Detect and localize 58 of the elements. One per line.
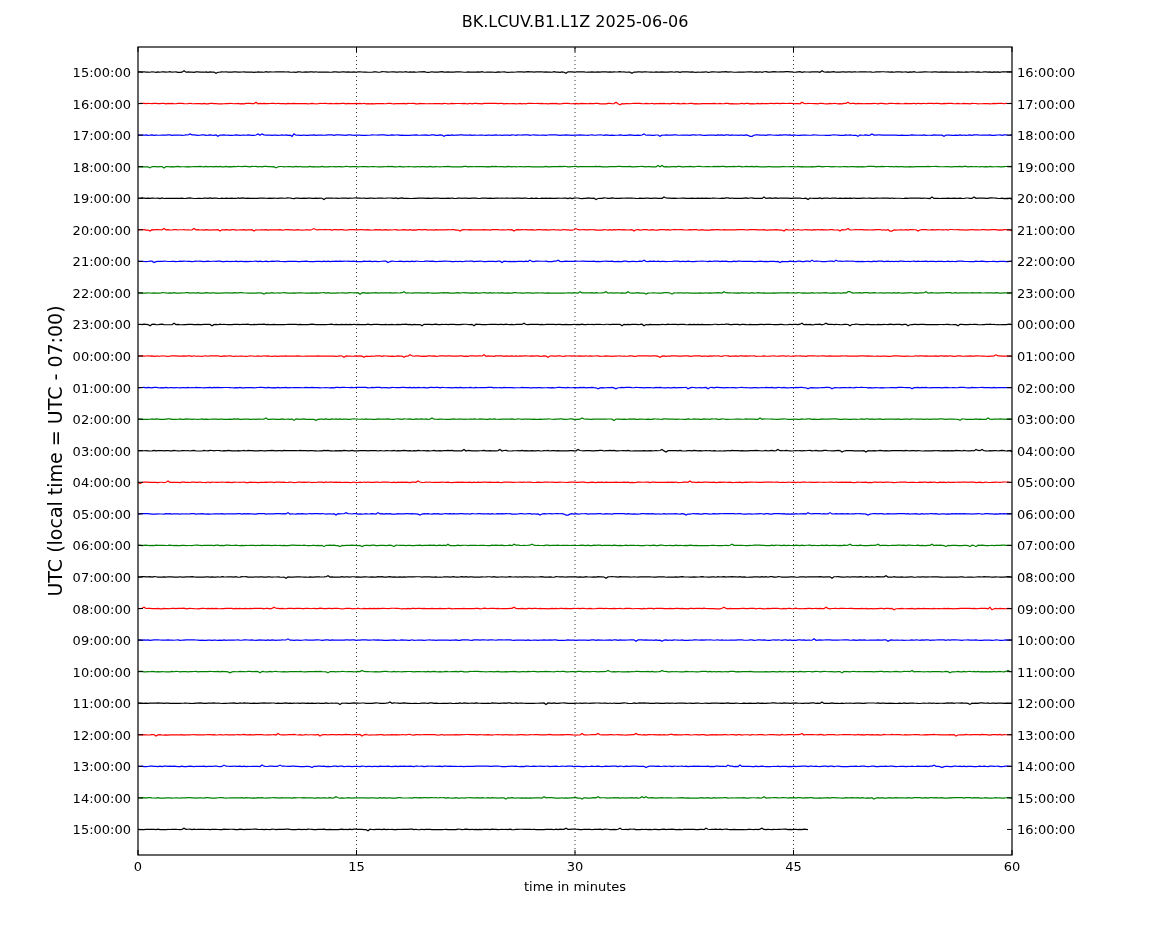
- hour-label: 23:00:00: [72, 317, 131, 333]
- hour-label: 13:00:00: [72, 759, 131, 775]
- hour-label: 07:00:00: [72, 569, 131, 585]
- hour-label: 16:00:00: [1017, 822, 1076, 838]
- hour-label: 20:00:00: [72, 222, 131, 238]
- hour-label: 06:00:00: [1017, 506, 1076, 522]
- hour-label: 08:00:00: [1017, 569, 1076, 585]
- hour-label: 00:00:00: [1017, 317, 1076, 333]
- x-axis-label: time in minutes: [523, 879, 627, 894]
- hour-label: 09:00:00: [1017, 601, 1076, 617]
- hour-label: 11:00:00: [72, 696, 131, 712]
- hour-label: 02:00:00: [72, 412, 131, 428]
- hour-label: 12:00:00: [72, 727, 131, 743]
- x-tick-label: 45: [785, 859, 802, 874]
- hour-label: 05:00:00: [1017, 475, 1076, 491]
- hour-label: 10:00:00: [1017, 633, 1076, 649]
- hour-label: 01:00:00: [72, 380, 131, 396]
- hour-label: 15:00:00: [72, 822, 131, 838]
- hour-label: 14:00:00: [1017, 759, 1076, 775]
- hour-label: 17:00:00: [1017, 96, 1076, 112]
- x-tick-label: 30: [566, 859, 584, 874]
- hour-label: 19:00:00: [72, 191, 131, 207]
- hour-label: 16:00:00: [1017, 65, 1076, 80]
- hour-label: 18:00:00: [1017, 128, 1076, 144]
- hour-label: 15:00:00: [72, 65, 131, 80]
- hour-label: 18:00:00: [72, 159, 131, 175]
- x-tick-label: 0: [133, 859, 143, 874]
- hour-label: 09:00:00: [72, 633, 131, 649]
- hour-label: 13:00:00: [1017, 727, 1076, 743]
- plot-title: BK.LCUV.B1.L1Z 2025-06-06: [461, 12, 689, 31]
- hour-label: 11:00:00: [1017, 664, 1076, 680]
- hour-label: 10:00:00: [72, 664, 131, 680]
- hour-label: 14:00:00: [72, 790, 131, 806]
- hour-label: 21:00:00: [72, 254, 131, 270]
- hour-label: 19:00:00: [1017, 159, 1076, 175]
- x-tick-label: 15: [348, 859, 365, 874]
- hour-label: 08:00:00: [72, 601, 131, 617]
- x-tick-label: 60: [1003, 859, 1021, 874]
- hour-label: 04:00:00: [72, 475, 131, 491]
- hour-label: 21:00:00: [1017, 222, 1076, 238]
- hour-label: 01:00:00: [1017, 349, 1076, 365]
- hour-label: 02:00:00: [1017, 380, 1076, 396]
- hour-label: 06:00:00: [72, 538, 131, 554]
- hour-label: 07:00:00: [1017, 538, 1076, 554]
- hour-label: 17:00:00: [72, 128, 131, 144]
- hour-label: 04:00:00: [1017, 443, 1076, 459]
- hour-label: 22:00:00: [72, 285, 131, 301]
- y-axis-label: UTC (local time = UTC - 07:00): [44, 305, 66, 597]
- hour-label: 22:00:00: [1017, 254, 1076, 270]
- hour-label: 03:00:00: [72, 443, 131, 459]
- hour-label: 00:00:00: [72, 349, 131, 365]
- hour-label: 12:00:00: [1017, 696, 1076, 712]
- hour-label: 05:00:00: [72, 506, 131, 522]
- hour-label: 03:00:00: [1017, 412, 1076, 428]
- hour-label: 23:00:00: [1017, 285, 1076, 301]
- hour-label: 15:00:00: [1017, 790, 1076, 806]
- hour-label: 20:00:00: [1017, 191, 1076, 207]
- hour-label: 16:00:00: [72, 96, 131, 112]
